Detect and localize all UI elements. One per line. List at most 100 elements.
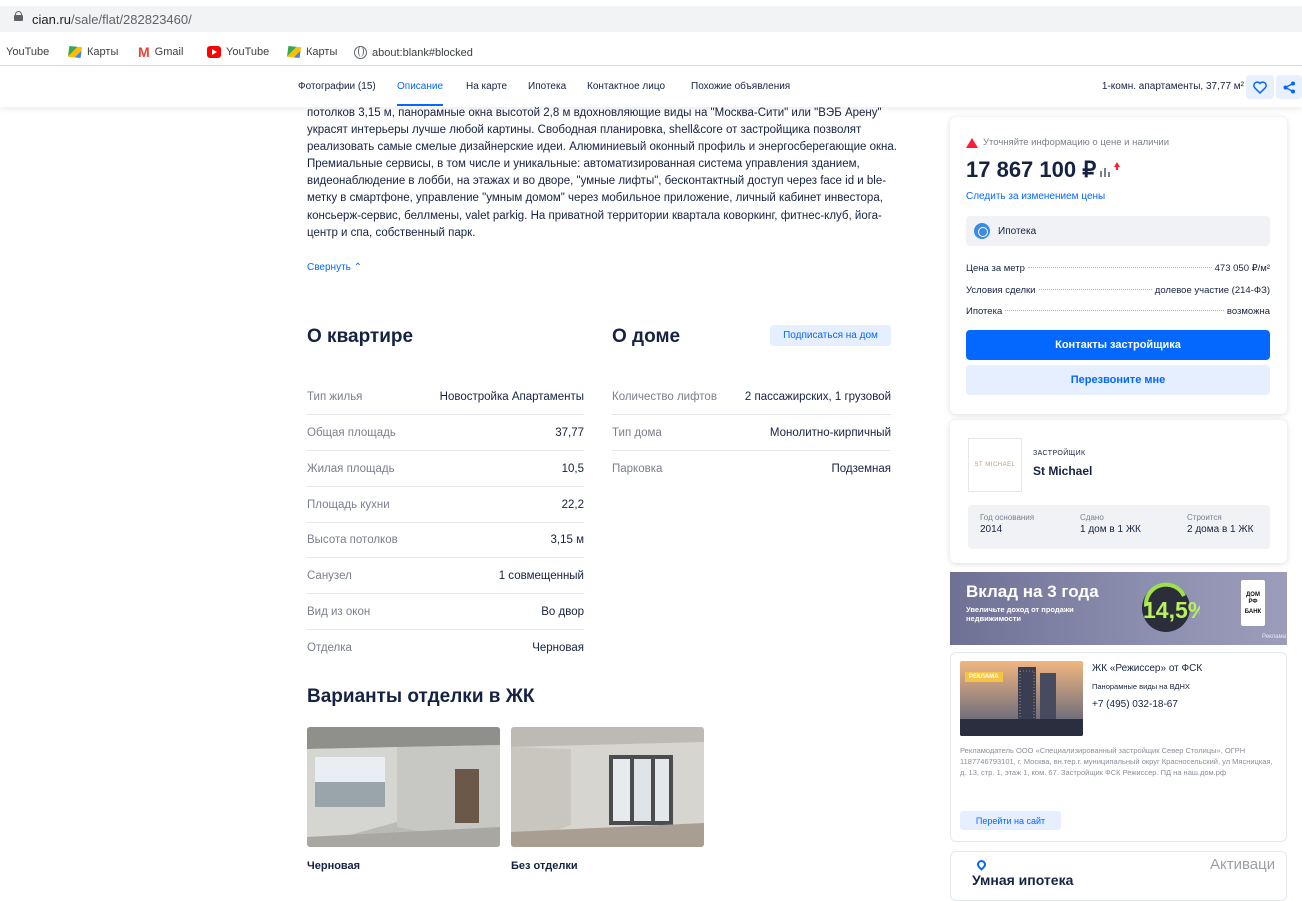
spec-key: Тип жилья xyxy=(307,390,363,403)
spec-row: Жилая площадь 10,5 xyxy=(307,451,584,487)
tab-photos[interactable]: Фотографии (15) xyxy=(298,81,376,92)
stat-label: Год основания xyxy=(980,513,1035,522)
finishing-title: Варианты отделки в ЖК xyxy=(307,686,535,707)
stat-building: Строится 2 дома в 1 ЖК xyxy=(1187,513,1253,535)
price-warning: Уточняйте информацию о цене и наличии xyxy=(966,137,1169,148)
spec-row: Площадь кухни 22,2 xyxy=(307,487,584,523)
dotted-leader xyxy=(1005,310,1224,311)
description-text: потолков 3,15 м, панорамные окна высотой… xyxy=(307,107,897,239)
spec-row: Отделка Черновая xyxy=(307,630,584,666)
tab-similar[interactable]: Похожие объявления xyxy=(691,81,790,92)
tab-description[interactable]: Описание xyxy=(397,81,444,106)
ad-title[interactable]: ЖК «Режиссер» от ФСК xyxy=(1092,663,1202,674)
bookmark-label: YouTube xyxy=(6,46,50,58)
price-warning-text: Уточняйте информацию о цене и наличии xyxy=(983,137,1170,148)
finishing-caption-none: Без отделки xyxy=(511,860,578,872)
spec-row: Санузел 1 совмещенный xyxy=(307,558,584,594)
spec-value: 10,5 xyxy=(561,462,584,475)
spec-value: 22,2 xyxy=(561,498,584,511)
os-activation-watermark: Активаци xyxy=(1210,856,1276,873)
heart-icon xyxy=(1253,80,1267,94)
collapse-label: Свернуть xyxy=(307,262,351,273)
stat-value: 2014 xyxy=(980,524,1003,535)
rough-finish-image xyxy=(307,727,500,847)
lock-icon[interactable] xyxy=(14,11,23,21)
bookmark-gmail[interactable]: M Gmail xyxy=(138,45,184,59)
finishing-photo-rough[interactable] xyxy=(307,727,500,847)
finishing-photo-none[interactable] xyxy=(511,727,704,847)
collapse-link[interactable]: Свернуть ⌃ xyxy=(307,262,362,273)
ad-legal-text: Рекламодатель ООО «Специализированный за… xyxy=(960,746,1273,778)
maps-icon xyxy=(68,46,82,58)
spec-value: 1 совмещенный xyxy=(498,569,584,582)
developer-logo[interactable]: ST MICHAEL xyxy=(968,438,1022,492)
share-button[interactable] xyxy=(1276,75,1302,99)
favorite-button[interactable] xyxy=(1246,75,1274,99)
maps-icon xyxy=(287,46,301,58)
bookmark-label: Карты xyxy=(87,46,119,58)
spec-key: Общая площадь xyxy=(307,426,396,439)
spec-value: 37,77 xyxy=(555,426,584,439)
stat-founded: Год основания 2014 xyxy=(980,513,1034,535)
finishing-caption-rough: Черновая xyxy=(307,860,361,872)
url-field[interactable] xyxy=(0,6,1302,32)
bookmark-label: YouTube xyxy=(226,46,270,58)
bookmark-about-blank[interactable]: about:blank#blocked xyxy=(354,46,473,59)
spec-key: Парковка xyxy=(612,463,663,475)
row-key: Ипотека xyxy=(966,306,1003,317)
callback-button[interactable]: Перезвоните мне xyxy=(966,365,1270,395)
section-nav: Фотографии (15) Описание На карте Ипотек… xyxy=(0,67,1302,107)
bank-word: БАНК xyxy=(1244,608,1262,615)
spec-row: Тип дома Монолитно-кирпичный xyxy=(612,415,891,451)
youtube-icon xyxy=(207,46,221,58)
tab-mortgage[interactable]: Ипотека xyxy=(528,81,566,92)
row-value: 473 050 ₽/м² xyxy=(1214,263,1270,274)
stat-label: Строится xyxy=(1187,513,1222,522)
tab-map[interactable]: На карте xyxy=(466,81,507,92)
bank-logo: ДОМ РФ БАНК xyxy=(1241,580,1265,626)
row-key: Условия сделки xyxy=(966,285,1036,296)
ad-phone[interactable]: +7 (495) 032-18-67 xyxy=(1092,699,1178,710)
url-text[interactable]: cian.ru/sale/flat/282823460/ xyxy=(32,12,192,27)
bank-deposit-banner[interactable]: Вклад на 3 года Увеличьте доход от прода… xyxy=(950,572,1287,645)
spec-row: Парковка Подземная xyxy=(612,451,891,487)
ad-subtitle: Панорамные виды на ВДНХ xyxy=(1092,682,1190,691)
follow-price-link[interactable]: Следить за изменением цены xyxy=(966,191,1105,202)
mortgage-label: Ипотека xyxy=(998,225,1037,237)
spec-row: Общая площадь 37,77 xyxy=(307,415,584,451)
house-title: О доме xyxy=(612,326,681,347)
spec-value: Монолитно-кирпичный xyxy=(769,426,891,439)
bookmark-label: Gmail xyxy=(154,46,184,58)
warning-icon xyxy=(966,137,978,148)
ad-visit-site-button[interactable]: Перейти на сайт xyxy=(960,811,1061,830)
price-history-icon[interactable] xyxy=(1098,161,1120,179)
banner-title: Вклад на 3 года xyxy=(966,582,1099,601)
bookmark-youtube-1[interactable]: YouTube xyxy=(6,46,49,58)
url-host: cian.ru xyxy=(32,12,72,27)
banner-subtitle: Увеличьте доход от продажи недвижимости xyxy=(966,605,1074,623)
bookmark-label: Карты xyxy=(306,46,338,58)
bookmark-label: about:blank#blocked xyxy=(372,46,473,59)
bookmark-youtube-2[interactable]: YouTube xyxy=(207,46,269,58)
spec-value: Новостройка Апартаменты xyxy=(439,390,584,403)
bookmark-maps-2[interactable]: Карты xyxy=(287,46,337,58)
banner-ad-label: Реклама xyxy=(1262,634,1287,640)
subscribe-house-button[interactable]: Подписаться на дом xyxy=(770,325,891,346)
mortgage-icon xyxy=(974,223,990,239)
developer-contacts-button[interactable]: Контакты застройщика xyxy=(966,330,1270,360)
spec-value: Черновая xyxy=(532,642,584,654)
row-value: долевое участие (214-ФЗ) xyxy=(1154,285,1270,296)
bookmark-maps-1[interactable]: Карты xyxy=(68,46,118,58)
mortgage-button[interactable]: Ипотека xyxy=(966,216,1270,246)
stat-label: Сдано xyxy=(1080,513,1104,522)
spec-row: Вид из окон Во двор xyxy=(307,594,584,630)
deal-terms-row: Условия сделки долевое участие (214-ФЗ) xyxy=(966,285,1270,296)
mortgage-row: Ипотека возможна xyxy=(966,306,1270,317)
listing-summary: 1-комн. апартаменты, 37,77 м² xyxy=(1101,81,1244,92)
tab-contact[interactable]: Контактное лицо xyxy=(587,81,665,92)
apartment-title: О квартире xyxy=(307,326,414,347)
spec-value: 2 пассажирских, 1 грузовой xyxy=(744,390,891,403)
globe-icon xyxy=(354,46,367,59)
developer-name[interactable]: St Michael xyxy=(1033,464,1092,478)
spec-value: 3,15 м xyxy=(550,533,584,546)
